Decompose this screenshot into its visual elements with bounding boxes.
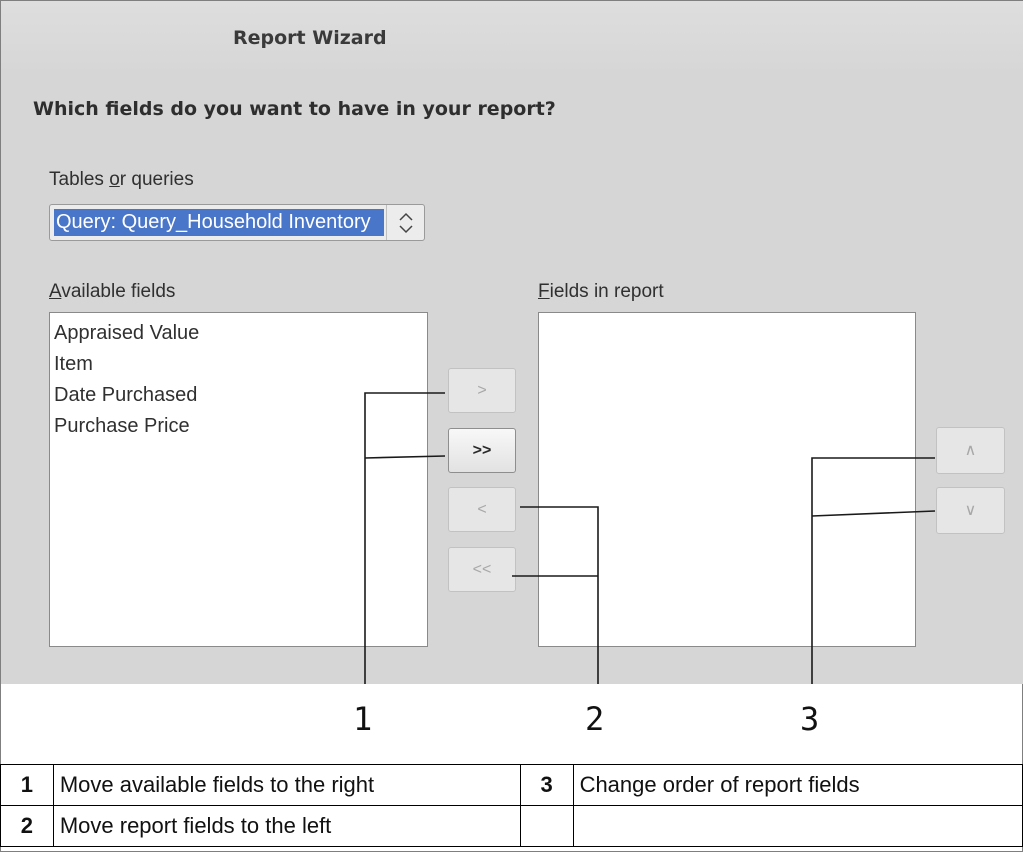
legend-number: 3: [519, 764, 574, 806]
list-item-item[interactable]: Item: [54, 349, 427, 380]
wizard-question: Which fields do you want to have in your…: [33, 98, 556, 120]
legend-row: 1 Move available fields to the right 3 C…: [0, 764, 1023, 806]
move-up-button[interactable]: ∧: [936, 427, 1005, 474]
available-label-post: vailable fields: [61, 281, 176, 302]
report-label-mnemonic: F: [538, 281, 550, 302]
legend-text: [572, 805, 1023, 847]
legend-text: Move report fields to the left: [52, 805, 521, 847]
tables-or-queries-select[interactable]: Query: Query_Household Inventory: [49, 204, 425, 241]
available-fields-list[interactable]: Appraised Value Item Date Purchased Purc…: [49, 312, 428, 647]
tables-label-mnemonic: o: [109, 169, 120, 190]
report-label-post: ields in report: [549, 281, 664, 302]
list-item-appraised-value[interactable]: Appraised Value: [54, 318, 427, 349]
fields-in-report-list[interactable]: [538, 312, 916, 647]
legend-number: 1: [0, 764, 54, 806]
legend-text: Move available fields to the right: [52, 764, 521, 806]
legend-row: 2 Move report fields to the left: [0, 805, 1023, 847]
list-item-date-purchased[interactable]: Date Purchased: [54, 380, 427, 411]
legend-text: Change order of report fields: [572, 764, 1023, 806]
available-fields-label: Available fields: [49, 281, 175, 303]
selected-query-value: Query: Query_Household Inventory: [54, 209, 384, 236]
callout-number-2: 2: [585, 700, 605, 738]
legend-table: 1 Move available fields to the right 3 C…: [0, 764, 1023, 847]
title-bar: Report Wizard: [1, 1, 1023, 75]
tables-label-post: r queries: [119, 169, 194, 190]
remove-field-button[interactable]: <: [448, 487, 516, 532]
add-all-fields-button[interactable]: >>: [448, 428, 516, 473]
report-wizard-dialog: Report Wizard Which fields do you want t…: [1, 1, 1023, 684]
add-field-button[interactable]: >: [448, 368, 516, 413]
list-item-purchase-price[interactable]: Purchase Price: [54, 411, 427, 442]
tables-or-queries-label: Tables or queries: [49, 169, 194, 191]
tables-label-pre: Tables: [49, 169, 110, 190]
remove-all-fields-button[interactable]: <<: [448, 547, 516, 592]
up-down-spin-icon[interactable]: [386, 205, 425, 240]
callout-number-1: 1: [353, 700, 373, 738]
legend-number: 2: [0, 805, 54, 847]
fields-in-report-label: Fields in report: [538, 281, 664, 303]
move-down-button[interactable]: ∨: [936, 487, 1005, 534]
legend-number: [519, 805, 574, 847]
available-label-mnemonic: A: [49, 281, 62, 302]
callout-number-3: 3: [800, 700, 820, 738]
dialog-title: Report Wizard: [233, 27, 387, 49]
